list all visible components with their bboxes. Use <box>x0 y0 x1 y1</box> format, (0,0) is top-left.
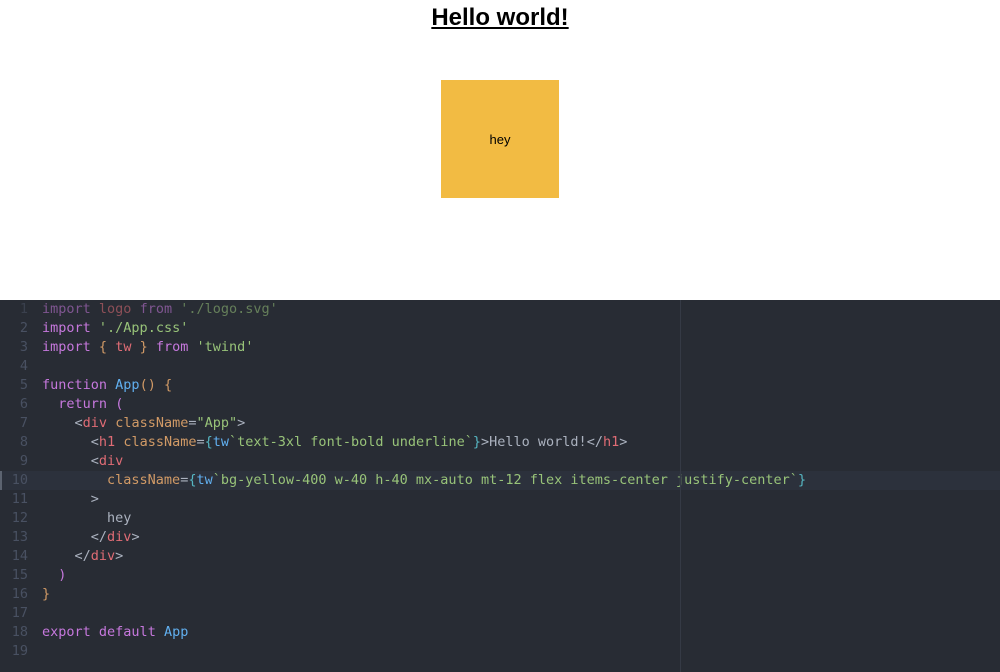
line-number: 13 <box>0 528 42 547</box>
line-content[interactable]: > <box>42 490 1000 509</box>
line-number: 6 <box>0 395 42 414</box>
line-content[interactable]: <div className="App"> <box>42 414 1000 433</box>
line-number: 9 <box>0 452 42 471</box>
line-content[interactable]: export default App <box>42 623 1000 642</box>
line-number: 18 <box>0 623 42 642</box>
code-line[interactable]: 7 <div className="App"> <box>0 414 1000 433</box>
preview-heading: Hello world! <box>0 4 1000 32</box>
code-line[interactable]: 18export default App <box>0 623 1000 642</box>
code-line[interactable]: 6 return ( <box>0 395 1000 414</box>
line-number: 10 <box>0 471 42 490</box>
line-number: 14 <box>0 547 42 566</box>
line-number: 19 <box>0 642 42 661</box>
code-line[interactable]: 1import logo from './logo.svg' <box>0 300 1000 319</box>
line-content[interactable] <box>42 642 1000 661</box>
line-content[interactable]: hey <box>42 509 1000 528</box>
line-number: 8 <box>0 433 42 452</box>
code-line[interactable]: 2import './App.css' <box>0 319 1000 338</box>
line-number: 11 <box>0 490 42 509</box>
code-line[interactable]: 3import { tw } from 'twind' <box>0 338 1000 357</box>
line-content[interactable]: className={tw`bg-yellow-400 w-40 h-40 mx… <box>42 471 1000 490</box>
code-editor[interactable]: 1import logo from './logo.svg'2import '.… <box>0 300 1000 672</box>
line-number: 15 <box>0 566 42 585</box>
preview-yellow-box: hey <box>441 80 559 198</box>
line-number: 7 <box>0 414 42 433</box>
editor-ruler <box>680 300 681 672</box>
code-line[interactable]: 19 <box>0 642 1000 661</box>
code-line[interactable]: 5function App() { <box>0 376 1000 395</box>
line-content[interactable]: import logo from './logo.svg' <box>42 300 1000 319</box>
preview-pane: Hello world! hey <box>0 0 1000 300</box>
code-line[interactable]: 11 > <box>0 490 1000 509</box>
line-content[interactable]: import { tw } from 'twind' <box>42 338 1000 357</box>
line-number: 17 <box>0 604 42 623</box>
code-line[interactable]: 10 className={tw`bg-yellow-400 w-40 h-40… <box>0 471 1000 490</box>
line-number: 5 <box>0 376 42 395</box>
code-line[interactable]: 15 ) <box>0 566 1000 585</box>
code-line[interactable]: 16} <box>0 585 1000 604</box>
line-content[interactable]: </div> <box>42 547 1000 566</box>
preview-box-text: hey <box>490 132 511 147</box>
line-number: 3 <box>0 338 42 357</box>
line-number: 2 <box>0 319 42 338</box>
line-number: 1 <box>0 300 42 319</box>
code-line[interactable]: 9 <div <box>0 452 1000 471</box>
code-line[interactable]: 14 </div> <box>0 547 1000 566</box>
code-line[interactable]: 13 </div> <box>0 528 1000 547</box>
line-content[interactable]: <div <box>42 452 1000 471</box>
line-content[interactable]: ) <box>42 566 1000 585</box>
line-content[interactable]: function App() { <box>42 376 1000 395</box>
code-line[interactable]: 17 <box>0 604 1000 623</box>
code-line[interactable]: 4 <box>0 357 1000 376</box>
line-number: 12 <box>0 509 42 528</box>
line-number: 16 <box>0 585 42 604</box>
line-content[interactable] <box>42 357 1000 376</box>
code-lines-container: 1import logo from './logo.svg'2import '.… <box>0 300 1000 661</box>
code-line[interactable]: 12 hey <box>0 509 1000 528</box>
line-content[interactable]: import './App.css' <box>42 319 1000 338</box>
line-content[interactable] <box>42 604 1000 623</box>
line-content[interactable]: <h1 className={tw`text-3xl font-bold und… <box>42 433 1000 452</box>
line-content[interactable]: </div> <box>42 528 1000 547</box>
line-content[interactable]: } <box>42 585 1000 604</box>
line-number: 4 <box>0 357 42 376</box>
code-line[interactable]: 8 <h1 className={tw`text-3xl font-bold u… <box>0 433 1000 452</box>
line-content[interactable]: return ( <box>42 395 1000 414</box>
